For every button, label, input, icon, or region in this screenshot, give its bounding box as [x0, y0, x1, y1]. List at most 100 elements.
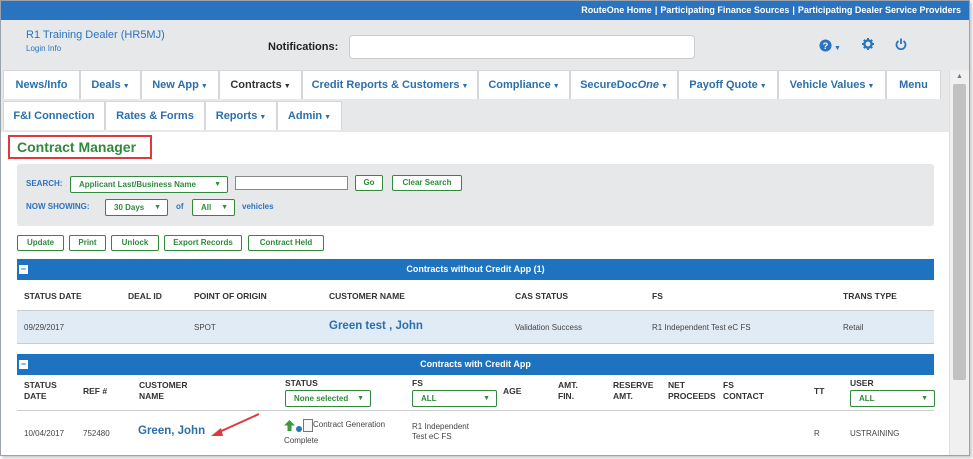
col-cas-status[interactable]: CAS STATUS — [515, 291, 568, 302]
col2-reserve-amt[interactable]: RESERVE AMT. — [613, 380, 653, 402]
login-info-link[interactable]: Login Info — [26, 44, 61, 53]
col-deal-id[interactable]: DEAL ID — [128, 291, 162, 302]
status-filter-select[interactable]: None selected ▼ — [285, 390, 371, 407]
col-point-of-origin[interactable]: POINT OF ORIGIN — [194, 291, 267, 302]
ref-cell: 752480 — [83, 429, 110, 438]
collapse-icon[interactable]: − — [19, 265, 28, 274]
table-row[interactable]: 09/29/2017 SPOT Green test , John Valida… — [17, 310, 934, 344]
update-button[interactable]: Update — [17, 235, 64, 251]
notifications-label: Notifications: — [268, 41, 339, 53]
fs-cell: R1 Independent Test eC FS — [652, 323, 751, 332]
browser-frame: RouteOne Home | Participating Finance Sour… — [0, 0, 970, 456]
status-date-cell: 09/29/2017 — [24, 323, 65, 332]
up-arrow-icon[interactable] — [284, 420, 295, 431]
fs-line2-cell: Test eC FS — [412, 432, 452, 441]
col-trans-type[interactable]: TRANS TYPE — [843, 291, 897, 302]
tab-fi-connection[interactable]: F&I Connection — [3, 101, 105, 130]
status-line2-cell: Complete — [284, 436, 319, 445]
tab-compliance[interactable]: Compliance ▼ — [478, 70, 570, 99]
user-cell: USTRAINING — [850, 429, 900, 438]
gear-icon — [862, 38, 874, 50]
finance-sources-link[interactable]: Participating Finance Sources — [660, 5, 789, 15]
contract-held-button[interactable]: Contract Held — [248, 235, 324, 251]
document-icon[interactable] — [303, 419, 313, 432]
tab-deals[interactable]: Deals ▼ — [80, 70, 141, 99]
col2-user[interactable]: USER — [850, 378, 874, 389]
user-filter-select[interactable]: ALL ▼ — [850, 390, 935, 407]
col2-status-date[interactable]: STATUS DATE — [24, 380, 57, 402]
tab-contracts[interactable]: Contracts ▼ — [219, 70, 302, 99]
scrollbar-thumb[interactable] — [953, 84, 966, 380]
svg-text:?: ? — [823, 41, 829, 51]
days-select[interactable]: 30 Days ▼ — [105, 199, 168, 216]
col2-amt-fin[interactable]: AMT. FIN. — [558, 380, 578, 402]
section-contracts-without-credit-app[interactable]: − Contracts without Credit App (1) — [17, 259, 934, 280]
question-circle-icon: ? — [819, 39, 832, 52]
collapse-icon[interactable]: − — [19, 360, 28, 369]
customer-name-link[interactable]: Green test , John — [329, 320, 423, 332]
tab-payoff-quote[interactable]: Payoff Quote ▼ — [678, 70, 778, 99]
help-button[interactable]: ? ▼ — [819, 38, 841, 53]
vehicle-filter-select[interactable]: All ▼ — [192, 199, 235, 216]
now-showing-label: NOW SHOWING: — [26, 202, 90, 211]
scroll-up-icon[interactable]: ▲ — [956, 73, 963, 80]
chevron-down-icon: ▼ — [259, 114, 267, 121]
chevron-down-icon: ▼ — [461, 83, 469, 90]
trans-type-cell: Retail — [843, 323, 864, 332]
annotation-arrow-icon — [211, 413, 260, 436]
power-icon — [895, 38, 907, 51]
chevron-down-icon: ▼ — [200, 83, 208, 90]
chevron-down-icon: ▼ — [660, 83, 668, 90]
section-contracts-with-credit-app[interactable]: − Contracts with Credit App — [17, 354, 934, 375]
print-button[interactable]: Print — [69, 235, 106, 251]
tab-credit-reports-customers[interactable]: Credit Reports & Customers ▼ — [302, 70, 478, 99]
search-panel: SEARCH: Applicant Last/Business Name ▼ Go… — [17, 164, 934, 226]
table-row[interactable]: 10/04/2017 752480 Green, John Contract G… — [17, 410, 934, 455]
page-title: Contract Manager — [17, 139, 137, 155]
tab-securedoc-one[interactable]: SecureDocOne ▼ — [570, 70, 678, 99]
clear-search-button[interactable]: Clear Search — [392, 175, 462, 191]
service-providers-link[interactable]: Participating Dealer Service Providers — [798, 5, 961, 15]
settings-button[interactable] — [862, 38, 874, 53]
tab-news-info[interactable]: News/Info — [3, 70, 80, 99]
vehicles-label: vehicles — [242, 202, 274, 211]
tab-rates-forms[interactable]: Rates & Forms — [105, 101, 205, 130]
chevron-down-icon: ▼ — [324, 114, 332, 121]
col-status-date[interactable]: STATUS DATE — [24, 291, 82, 302]
chevron-down-icon: ▼ — [483, 395, 490, 402]
search-field-select[interactable]: Applicant Last/Business Name ▼ — [70, 176, 228, 193]
fs-line1-cell: R1 Independent — [412, 422, 469, 431]
col2-status[interactable]: STATUS — [285, 378, 318, 389]
col2-fs[interactable]: FS — [412, 378, 423, 389]
export-records-button[interactable]: Export Records — [164, 235, 242, 251]
col2-fs-contact[interactable]: FS CONTACT — [723, 380, 764, 402]
chevron-down-icon: ▼ — [214, 181, 221, 188]
tab-admin[interactable]: Admin ▼ — [277, 101, 342, 130]
fs-filter-select[interactable]: ALL ▼ — [412, 390, 497, 407]
unlock-button[interactable]: Unlock — [111, 235, 159, 251]
status-line1-cell: Contract Generation — [313, 420, 386, 429]
logout-button[interactable] — [895, 38, 907, 53]
chevron-down-icon: ▼ — [283, 83, 291, 90]
col2-customer-name[interactable]: CUSTOMER NAME — [139, 380, 188, 402]
info-icon[interactable] — [296, 426, 302, 432]
col-customer-name[interactable]: CUSTOMER NAME — [329, 291, 405, 302]
cas-status-cell: Validation Success — [515, 323, 582, 332]
col-fs[interactable]: FS — [652, 291, 663, 302]
col2-ref[interactable]: REF # — [83, 386, 107, 397]
go-button[interactable]: Go — [355, 175, 383, 191]
customer-name-link[interactable]: Green, John — [138, 425, 205, 437]
tab-vehicle-values[interactable]: Vehicle Values ▼ — [778, 70, 886, 99]
page-scrollbar[interactable]: ▲ — [949, 70, 969, 455]
col2-tt[interactable]: TT — [814, 386, 824, 397]
tt-cell: R — [814, 429, 820, 438]
col2-age[interactable]: AGE — [503, 386, 521, 397]
search-input[interactable] — [235, 176, 348, 190]
routeone-home-link[interactable]: RouteOne Home — [581, 5, 652, 15]
notifications-box[interactable] — [349, 35, 695, 59]
col2-net-proceeds[interactable]: NET PROCEEDS — [668, 380, 716, 402]
tab-menu[interactable]: Menu — [886, 70, 941, 99]
tab-reports[interactable]: Reports ▼ — [205, 101, 277, 130]
tab-new-app[interactable]: New App ▼ — [141, 70, 219, 99]
dealer-name: R1 Training Dealer (HR5MJ) — [26, 29, 165, 41]
